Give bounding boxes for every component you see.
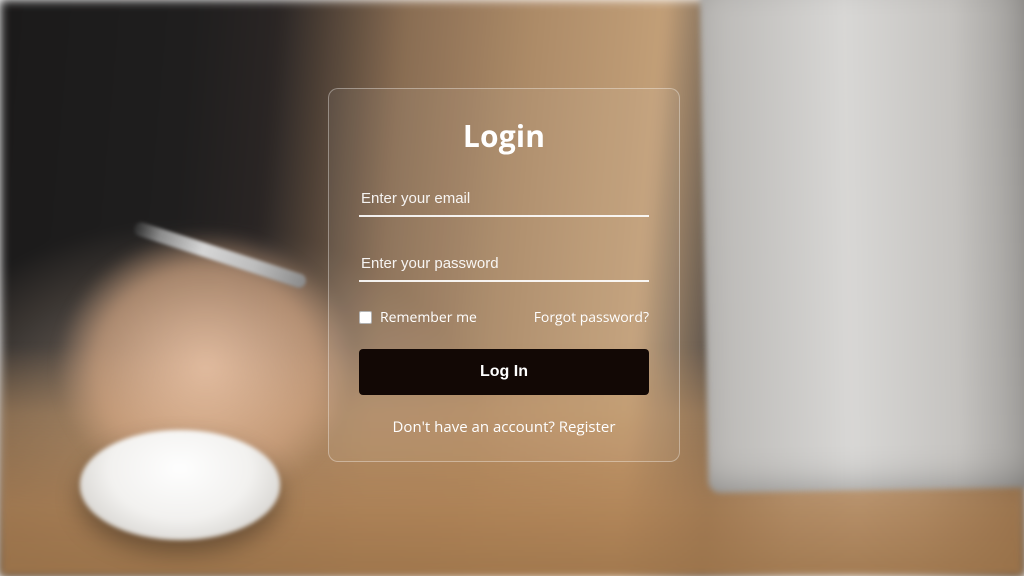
register-line: Don't have an account? Register <box>359 417 649 437</box>
remember-me[interactable]: Remember me <box>359 308 477 327</box>
options-row: Remember me Forgot password? <box>359 308 649 327</box>
login-button[interactable]: Log In <box>359 349 649 395</box>
email-field[interactable] <box>359 182 649 217</box>
register-link[interactable]: Register <box>559 417 616 437</box>
background-monitor <box>699 0 1024 493</box>
forgot-password-link[interactable]: Forgot password? <box>534 308 649 327</box>
login-title: Login <box>359 115 649 156</box>
background-mouse <box>80 430 280 540</box>
register-prefix: Don't have an account? <box>393 417 559 437</box>
password-field[interactable] <box>359 247 649 282</box>
login-card: Login Remember me Forgot password? Log I… <box>328 88 680 462</box>
remember-me-label: Remember me <box>380 308 477 327</box>
remember-me-checkbox[interactable] <box>359 311 372 324</box>
